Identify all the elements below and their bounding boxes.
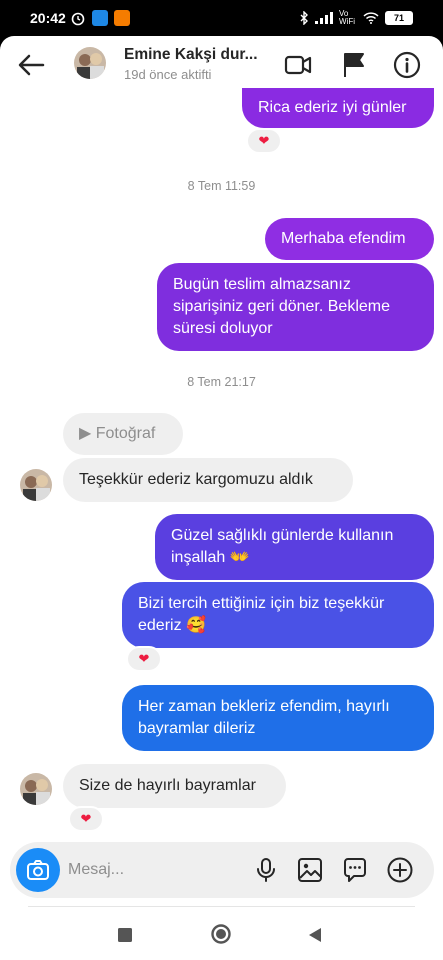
direct-message-screen: Emine Kakşi dur... 19d önce aktifti Rica… — [0, 36, 443, 960]
bluetooth-icon — [300, 11, 308, 25]
app-notification-icon — [114, 10, 130, 26]
outgoing-message[interactable]: Bizi tercih ettiğiniz için biz teşekkür … — [122, 582, 434, 648]
status-time: 20:42 — [30, 10, 66, 26]
contact-status: 19d önce aktifti — [124, 67, 212, 82]
notification-icons — [70, 10, 130, 26]
back-icon[interactable] — [305, 924, 327, 946]
signal-icon — [315, 12, 333, 24]
camera-icon — [27, 860, 49, 880]
battery-indicator: 71 — [385, 11, 413, 25]
message-composer — [10, 842, 434, 898]
recents-icon[interactable] — [114, 924, 136, 946]
microphone-icon[interactable] — [252, 856, 280, 884]
timestamp: 8 Tem 21:17 — [187, 375, 256, 389]
outgoing-message[interactable]: Bugün teslim almazsanız siparişiniz geri… — [157, 263, 434, 351]
photo-message[interactable]: ▶ Fotoğraf — [63, 413, 183, 455]
camera-button[interactable] — [16, 848, 60, 892]
contact-name[interactable]: Emine Kakşi dur... — [124, 46, 258, 64]
avatar[interactable] — [20, 773, 52, 805]
system-nav-bar — [0, 906, 443, 960]
status-indicators: Vo WiFi 71 — [299, 10, 413, 26]
add-icon[interactable] — [386, 856, 414, 884]
network-label: Vo WiFi — [339, 9, 355, 26]
home-icon[interactable] — [210, 923, 232, 945]
wifi-icon — [363, 12, 379, 24]
flag-icon[interactable] — [339, 50, 369, 80]
avatar[interactable] — [74, 47, 106, 79]
outgoing-message[interactable]: Güzel sağlıklı günlerde kullanın inşalla… — [155, 514, 434, 580]
incoming-message[interactable]: Teşekkür ederiz kargomuzu aldık — [63, 458, 353, 502]
app-notification-icon — [92, 10, 108, 26]
divider — [28, 906, 415, 907]
info-icon[interactable] — [392, 50, 422, 80]
outgoing-message[interactable]: Rica ederiz iyi günler — [242, 88, 434, 128]
avatar[interactable] — [20, 469, 52, 501]
timestamp: 8 Tem 11:59 — [187, 179, 256, 193]
heart-reaction-icon[interactable]: ❤ — [246, 128, 282, 154]
gallery-icon[interactable] — [296, 856, 324, 884]
outgoing-message[interactable]: Her zaman bekleriz efendim, hayırlı bayr… — [122, 685, 434, 751]
incoming-message[interactable]: Size de hayırlı bayramlar — [63, 764, 286, 808]
chat-header: Emine Kakşi dur... 19d önce aktifti — [0, 36, 443, 94]
outgoing-message[interactable]: Merhaba efendim — [265, 218, 434, 260]
heart-reaction-icon[interactable]: ❤ — [68, 806, 104, 832]
back-arrow-icon[interactable] — [16, 50, 46, 80]
sticker-icon[interactable] — [341, 856, 369, 884]
message-input[interactable] — [68, 859, 238, 881]
video-call-icon[interactable] — [283, 50, 313, 80]
alarm-icon — [71, 12, 85, 26]
heart-reaction-icon[interactable]: ❤ — [126, 646, 162, 672]
status-bar: 20:42 Vo WiFi 71 — [0, 0, 443, 36]
